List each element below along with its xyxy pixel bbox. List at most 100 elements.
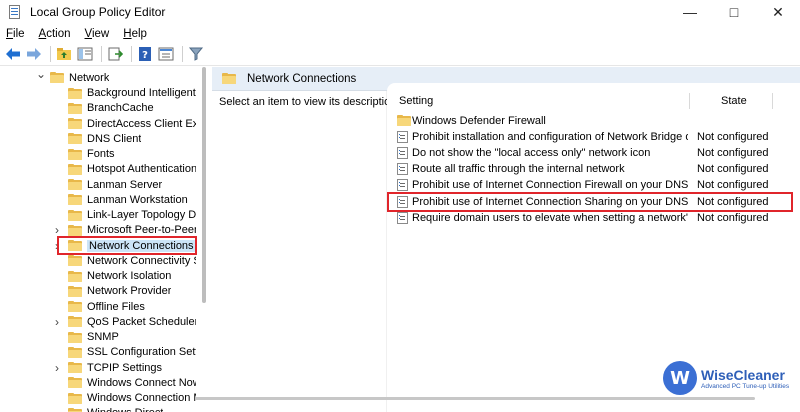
column-header-setting[interactable]: Setting bbox=[399, 95, 433, 107]
description-text: Select an item to view its description. bbox=[219, 96, 400, 108]
tree-item-label: Network Provider bbox=[87, 285, 172, 298]
tree-item-network-connectivity-sta[interactable]: Network Connectivity Sta bbox=[52, 253, 196, 268]
tree-item-offline-files[interactable]: Offline Files bbox=[52, 299, 196, 314]
folder-icon bbox=[68, 285, 82, 297]
tree-item-windows-connect-now[interactable]: Windows Connect Now bbox=[52, 375, 196, 390]
toolbar-separator bbox=[50, 46, 51, 62]
folder-icon bbox=[68, 163, 82, 175]
filter-icon[interactable] bbox=[187, 45, 205, 63]
tree-item-label: Network Connectivity Sta bbox=[87, 254, 196, 267]
tree-item-dns-client[interactable]: DNS Client bbox=[52, 131, 196, 146]
tree-item-label: Background Intelligent Tr bbox=[87, 87, 196, 99]
up-folder-icon[interactable] bbox=[55, 45, 73, 63]
folder-icon bbox=[68, 407, 82, 412]
window-title: Local Group Policy Editor bbox=[30, 5, 166, 19]
setting-name: Route all traffic through the internal n… bbox=[412, 163, 625, 176]
tree-item-background-intelligent-tr[interactable]: Background Intelligent Tr bbox=[52, 86, 196, 101]
tree-item-windows-connection-ma[interactable]: Windows Connection Ma bbox=[52, 391, 196, 406]
tree-item-lanman-server[interactable]: Lanman Server bbox=[52, 177, 196, 192]
setting-row[interactable]: Prohibit installation and configuration … bbox=[387, 129, 800, 145]
wisecleaner-watermark: W WiseCleaner Advanced PC Tune-up Utilit… bbox=[663, 358, 793, 398]
tree-item-snmp[interactable]: SNMP bbox=[52, 330, 196, 345]
tree-item-directaccess-client-expe[interactable]: DirectAccess Client Expe bbox=[52, 116, 196, 131]
tree-item-label: Fonts bbox=[87, 148, 115, 160]
folder-icon bbox=[68, 270, 82, 282]
folder-icon bbox=[68, 87, 82, 99]
forward-icon[interactable] bbox=[25, 45, 43, 63]
setting-row[interactable]: Route all traffic through the internal n… bbox=[387, 161, 800, 177]
tree-item-label: Network Isolation bbox=[87, 270, 172, 282]
tree-item-ssl-configuration-setting[interactable]: SSL Configuration Setting bbox=[52, 345, 196, 360]
toolbar-separator bbox=[101, 46, 102, 62]
column-header-state[interactable]: State bbox=[721, 95, 747, 107]
folder-icon bbox=[68, 148, 82, 160]
tree-item-lanman-workstation[interactable]: Lanman Workstation bbox=[52, 192, 196, 207]
column-divider[interactable] bbox=[689, 93, 690, 109]
properties-icon[interactable] bbox=[157, 45, 175, 63]
tree-item-network-provider[interactable]: Network Provider bbox=[52, 284, 196, 299]
folder-icon bbox=[68, 209, 82, 221]
folder-icon bbox=[68, 255, 82, 267]
tree-item-branchcache[interactable]: BranchCache bbox=[52, 101, 196, 116]
tree-item-label: Hotspot Authentication bbox=[87, 163, 196, 176]
list-header: Setting State bbox=[387, 91, 800, 111]
navigation-tree[interactable]: ⌄ Network Background Intelligent Tr BranchC… bbox=[0, 67, 208, 412]
tree-item-label: QoS Packet Scheduler bbox=[87, 315, 196, 328]
tree-item-label: Lanman Workstation bbox=[87, 193, 188, 206]
tree-item-network[interactable]: ⌄ Network bbox=[36, 67, 208, 85]
setting-name: Do not show the "local access only" netw… bbox=[412, 147, 651, 160]
setting-name: Prohibit installation and configuration … bbox=[412, 131, 688, 144]
tree-item-label: SSL Configuration Setting bbox=[87, 346, 196, 359]
tree-item-network-isolation[interactable]: Network Isolation bbox=[52, 269, 196, 284]
help-icon[interactable]: ? bbox=[136, 45, 154, 63]
folder-icon bbox=[68, 179, 82, 190]
setting-state: Not configured bbox=[697, 163, 769, 176]
tree-item-link-layer-topology-disc[interactable]: Link-Layer Topology Disc bbox=[52, 208, 196, 223]
folder-icon bbox=[397, 115, 411, 126]
tree-item-tcpip-settings[interactable]: › TCPIP Settings bbox=[52, 360, 196, 375]
folder-icon bbox=[68, 316, 82, 328]
export-list-icon[interactable] bbox=[106, 45, 124, 63]
menu-help[interactable]: Help bbox=[123, 28, 147, 40]
tree-item-label: BranchCache bbox=[87, 102, 154, 115]
setting-name: Require domain users to elevate when set… bbox=[412, 211, 688, 224]
menu-action[interactable]: Action bbox=[39, 28, 71, 40]
collapse-chevron-icon[interactable]: ⌄ bbox=[36, 67, 46, 81]
minimize-button[interactable]: — bbox=[668, 0, 712, 24]
details-header-title: Network Connections bbox=[247, 72, 357, 85]
watermark-tagline: Advanced PC Tune-up Utilities bbox=[701, 382, 790, 390]
setting-state: Not configured bbox=[697, 211, 769, 224]
folder-icon bbox=[222, 73, 236, 84]
tree-item-label: SNMP bbox=[87, 331, 119, 343]
folder-icon bbox=[68, 194, 82, 206]
setting-state: Not configured bbox=[697, 131, 769, 144]
back-icon[interactable] bbox=[4, 45, 22, 63]
close-button[interactable]: ✕ bbox=[756, 0, 800, 24]
expand-chevron-icon[interactable]: › bbox=[52, 314, 62, 329]
folder-icon bbox=[68, 301, 82, 312]
column-divider[interactable] bbox=[772, 93, 773, 109]
menu-bar: File Action View Help bbox=[0, 24, 800, 43]
policy-setting-icon bbox=[397, 147, 408, 160]
policy-setting-icon bbox=[397, 131, 408, 144]
maximize-button[interactable]: □ bbox=[712, 0, 756, 24]
setting-row[interactable]: Require domain users to elevate when set… bbox=[387, 210, 800, 226]
show-hide-tree-icon[interactable] bbox=[76, 45, 94, 63]
tree-item-label: Offline Files bbox=[87, 300, 145, 313]
policy-setting-icon bbox=[397, 211, 408, 224]
menu-file[interactable]: File bbox=[6, 28, 25, 40]
setting-row[interactable]: Do not show the "local access only" netw… bbox=[387, 145, 800, 161]
tree-item-label: Lanman Server bbox=[87, 178, 163, 191]
svg-text:?: ? bbox=[142, 50, 148, 61]
folder-icon bbox=[68, 377, 82, 389]
tree-item-fonts[interactable]: Fonts bbox=[52, 147, 196, 162]
tree-item-qos-packet-scheduler[interactable]: › QoS Packet Scheduler bbox=[52, 314, 196, 329]
tree-scrollbar[interactable] bbox=[202, 67, 206, 303]
tree-item-windows-direct[interactable]: Windows Direct bbox=[52, 406, 196, 412]
menu-view[interactable]: View bbox=[85, 28, 110, 40]
wisecleaner-logo-icon: W bbox=[663, 361, 697, 395]
folder-icon bbox=[68, 362, 82, 373]
list-folder-row[interactable]: Windows Defender Firewall bbox=[387, 113, 800, 129]
expand-chevron-icon[interactable]: › bbox=[52, 360, 62, 375]
tree-item-hotspot-authentication[interactable]: Hotspot Authentication bbox=[52, 162, 196, 177]
